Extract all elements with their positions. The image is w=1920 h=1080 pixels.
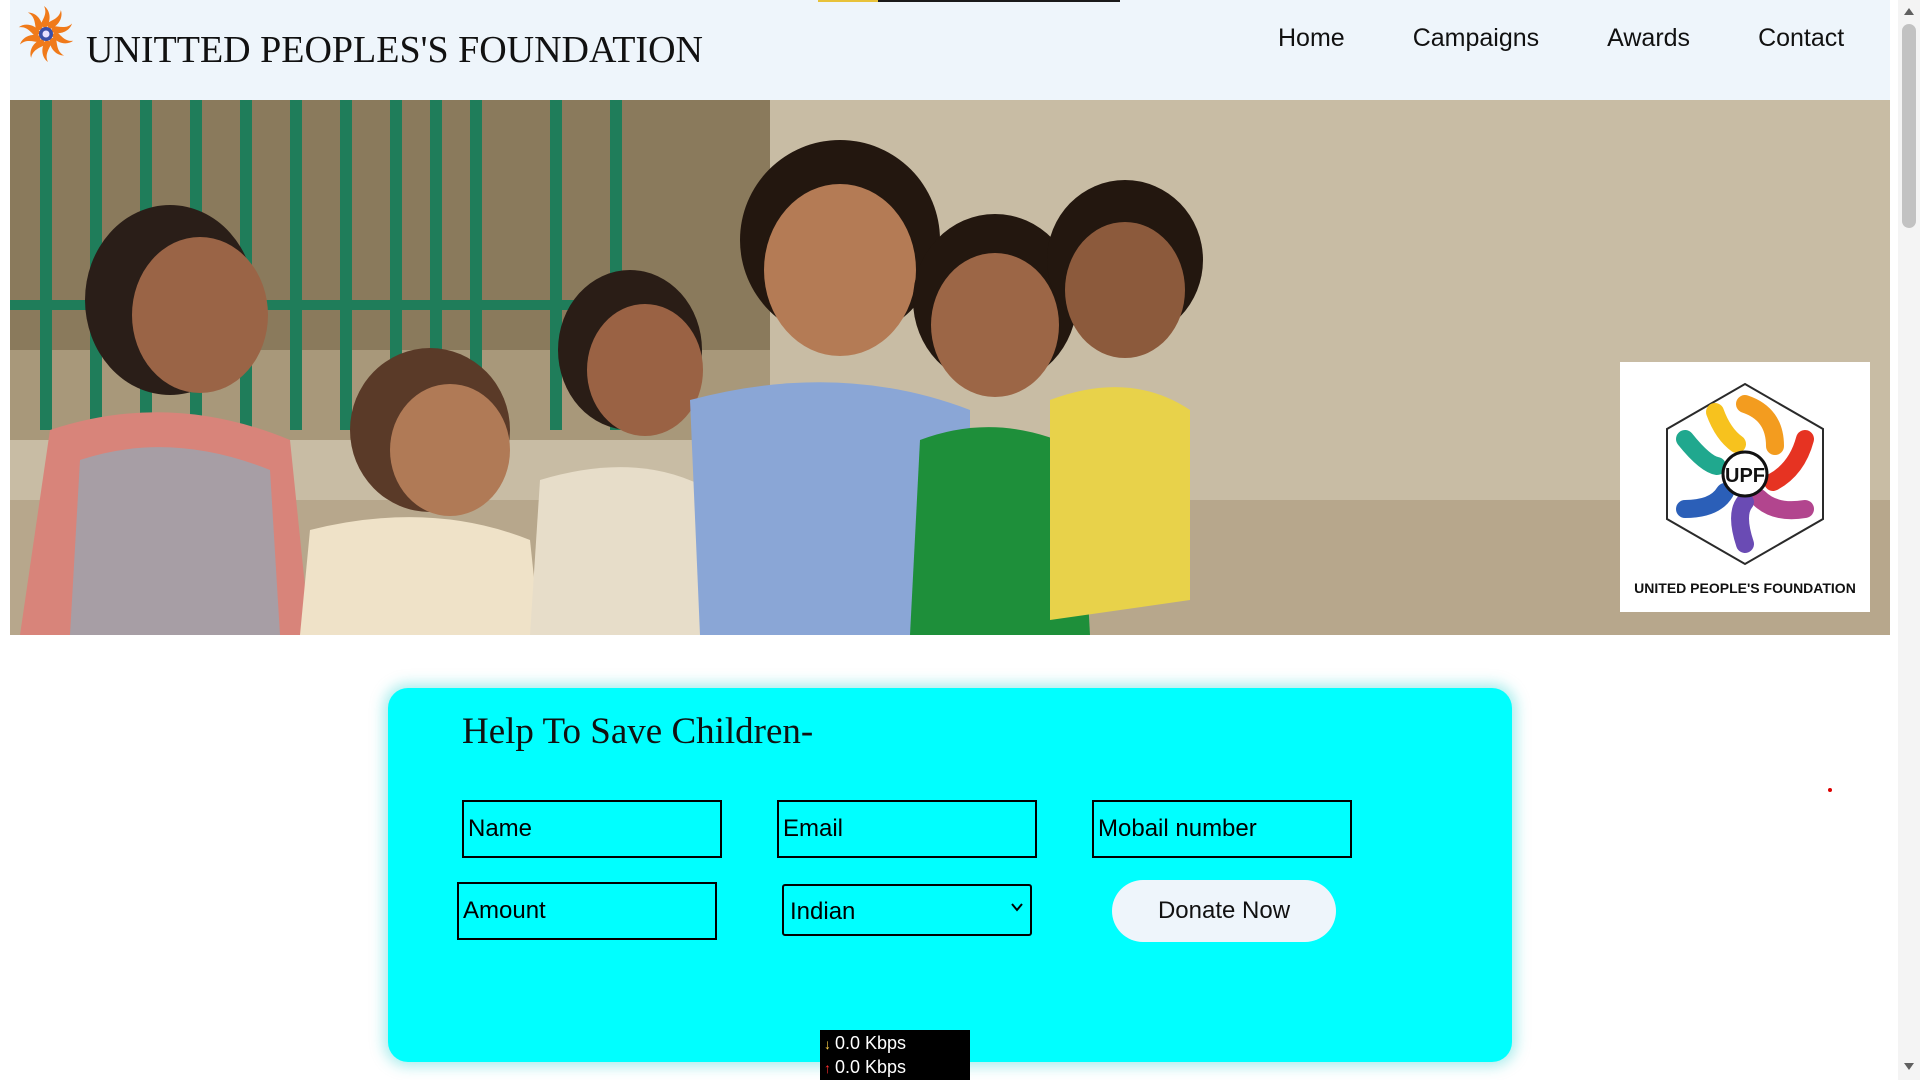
mobile-number-field[interactable] bbox=[1092, 800, 1352, 858]
vertical-scrollbar[interactable] bbox=[1898, 0, 1920, 1080]
nav-home[interactable]: Home bbox=[1278, 24, 1345, 53]
upload-speed: 0.0 Kbps bbox=[835, 1057, 907, 1077]
upf-hands-logo-icon: UPF bbox=[1666, 382, 1824, 566]
site-header: UNITTED PEOPLES'S FOUNDATION Home Campai… bbox=[10, 0, 1890, 100]
hero-banner: UPF UNITED PEOPLE'S FOUNDATION bbox=[10, 100, 1890, 635]
scroll-up-arrow-icon[interactable] bbox=[1903, 6, 1915, 16]
scroll-down-arrow-icon[interactable] bbox=[1903, 1062, 1915, 1072]
upf-badge-label: UNITED PEOPLE'S FOUNDATION bbox=[1634, 580, 1856, 596]
name-field[interactable] bbox=[462, 800, 722, 858]
nav-awards[interactable]: Awards bbox=[1607, 24, 1690, 53]
donate-now-button[interactable]: Donate Now bbox=[1112, 880, 1336, 942]
chevron-down-icon bbox=[1011, 903, 1023, 912]
network-speed-overlay: ↓ 0.0 Kbps ↑ 0.0 Kbps bbox=[820, 1030, 970, 1080]
loading-progress-fill bbox=[818, 0, 878, 2]
upf-monogram: UPF bbox=[1725, 465, 1765, 487]
donation-panel: Help To Save Children- Indian Donate Now bbox=[388, 688, 1512, 1062]
currency-select-value: Indian bbox=[790, 898, 856, 925]
scrollbar-thumb[interactable] bbox=[1902, 24, 1916, 228]
nav-campaigns[interactable]: Campaigns bbox=[1413, 24, 1539, 53]
upload-arrow-icon: ↑ bbox=[824, 1059, 831, 1076]
children-group-photo bbox=[10, 100, 1890, 635]
email-field[interactable] bbox=[777, 800, 1037, 858]
donation-heading: Help To Save Children- bbox=[462, 711, 814, 752]
sun-swirl-logo-icon[interactable] bbox=[14, 2, 78, 66]
currency-select[interactable]: Indian bbox=[782, 884, 1032, 936]
main-nav: Home Campaigns Awards Contact bbox=[1278, 24, 1844, 53]
page: UNITTED PEOPLES'S FOUNDATION Home Campai… bbox=[0, 0, 1920, 1080]
amount-field[interactable] bbox=[457, 882, 717, 940]
loading-progress-bar bbox=[818, 0, 1120, 2]
stray-dot bbox=[1828, 788, 1832, 792]
download-speed: 0.0 Kbps bbox=[835, 1033, 907, 1053]
site-title: UNITTED PEOPLES'S FOUNDATION bbox=[86, 29, 703, 71]
download-speed-row: ↓ 0.0 Kbps bbox=[824, 1033, 906, 1054]
upload-speed-row: ↑ 0.0 Kbps bbox=[824, 1057, 906, 1078]
download-arrow-icon: ↓ bbox=[824, 1035, 831, 1052]
upf-badge: UPF UNITED PEOPLE'S FOUNDATION bbox=[1620, 362, 1870, 612]
nav-contact[interactable]: Contact bbox=[1758, 24, 1844, 53]
